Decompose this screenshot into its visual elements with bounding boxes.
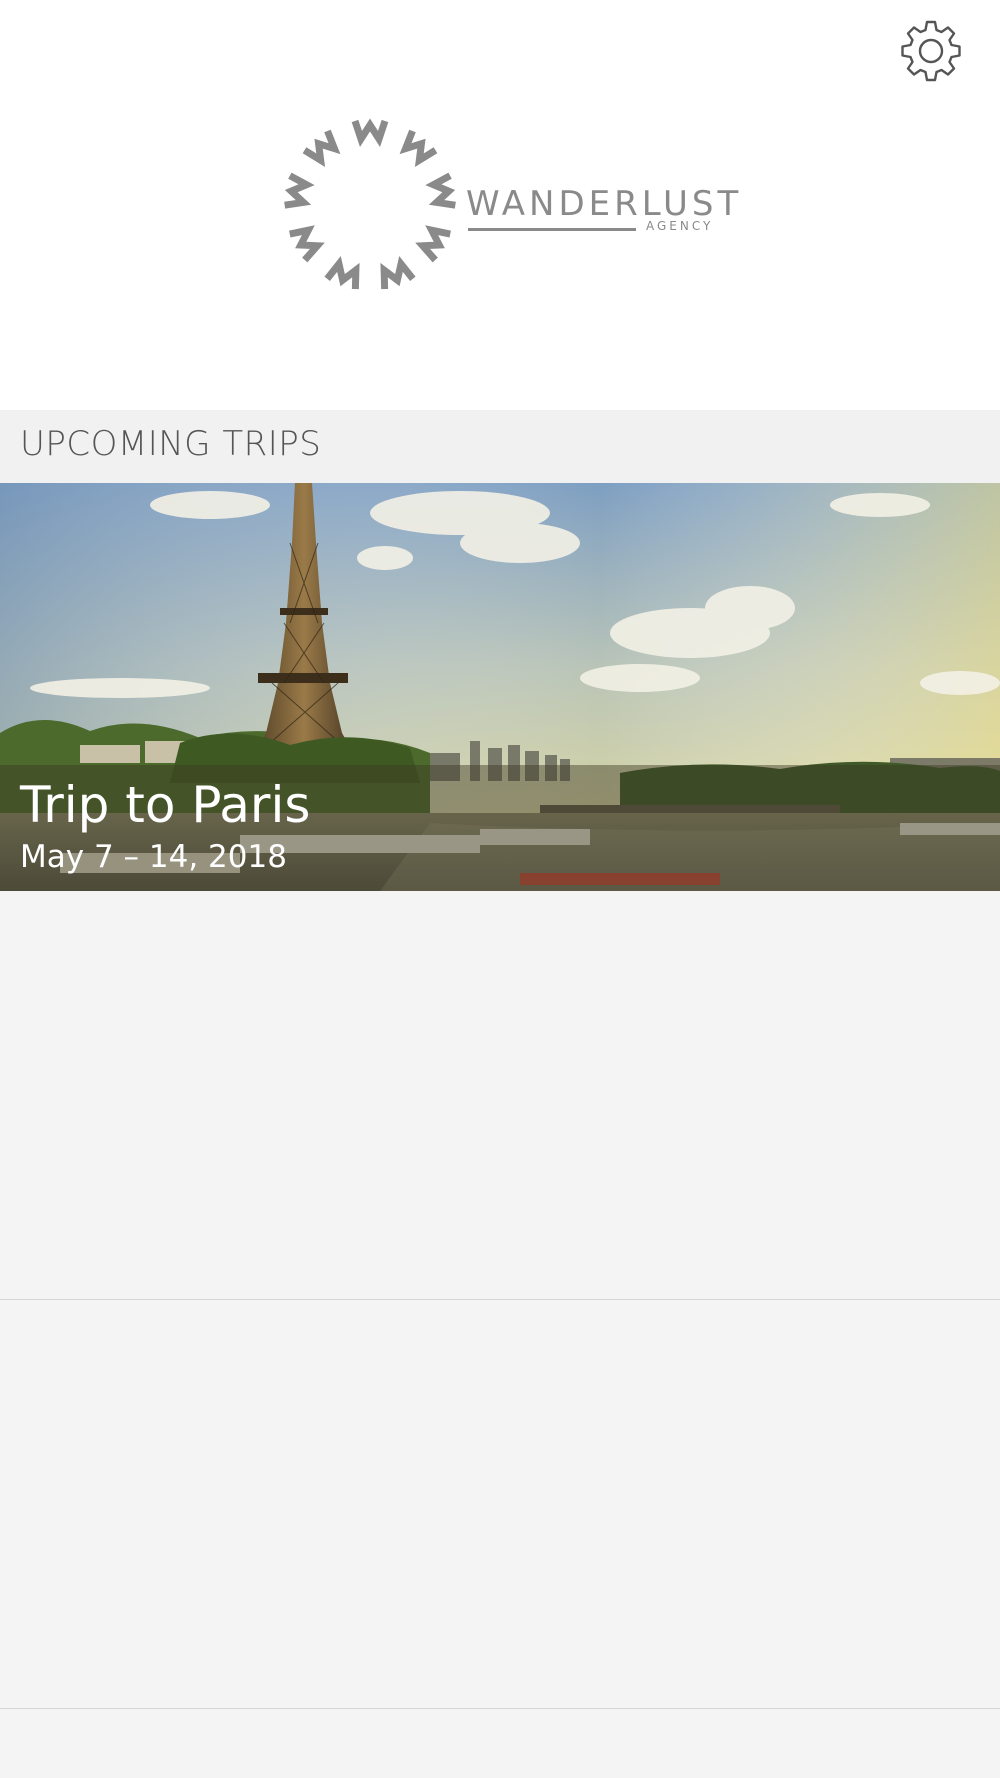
upcoming-trips-header: UPCOMING TRIPS	[0, 410, 1000, 483]
empty-trip-slot	[0, 1710, 1000, 1778]
trip-card[interactable]: Trip to Paris May 7 – 14, 2018	[0, 483, 1000, 891]
logo-sunburst-icon	[284, 118, 456, 290]
logo-divider	[468, 228, 636, 231]
section-title: UPCOMING TRIPS	[20, 424, 322, 464]
app-header: WANDERLUST AGENCY	[0, 0, 1000, 410]
gear-icon	[901, 20, 961, 82]
wanderlust-logo: WANDERLUST AGENCY	[280, 115, 740, 295]
logo-subtitle: AGENCY	[646, 219, 714, 233]
empty-trip-slot	[0, 1300, 1000, 1709]
settings-button[interactable]	[898, 18, 964, 84]
logo-wordmark: WANDERLUST	[466, 184, 743, 224]
trip-title: Trip to Paris	[20, 776, 311, 834]
empty-trip-slot	[0, 891, 1000, 1300]
trip-dates: May 7 – 14, 2018	[20, 839, 287, 875]
